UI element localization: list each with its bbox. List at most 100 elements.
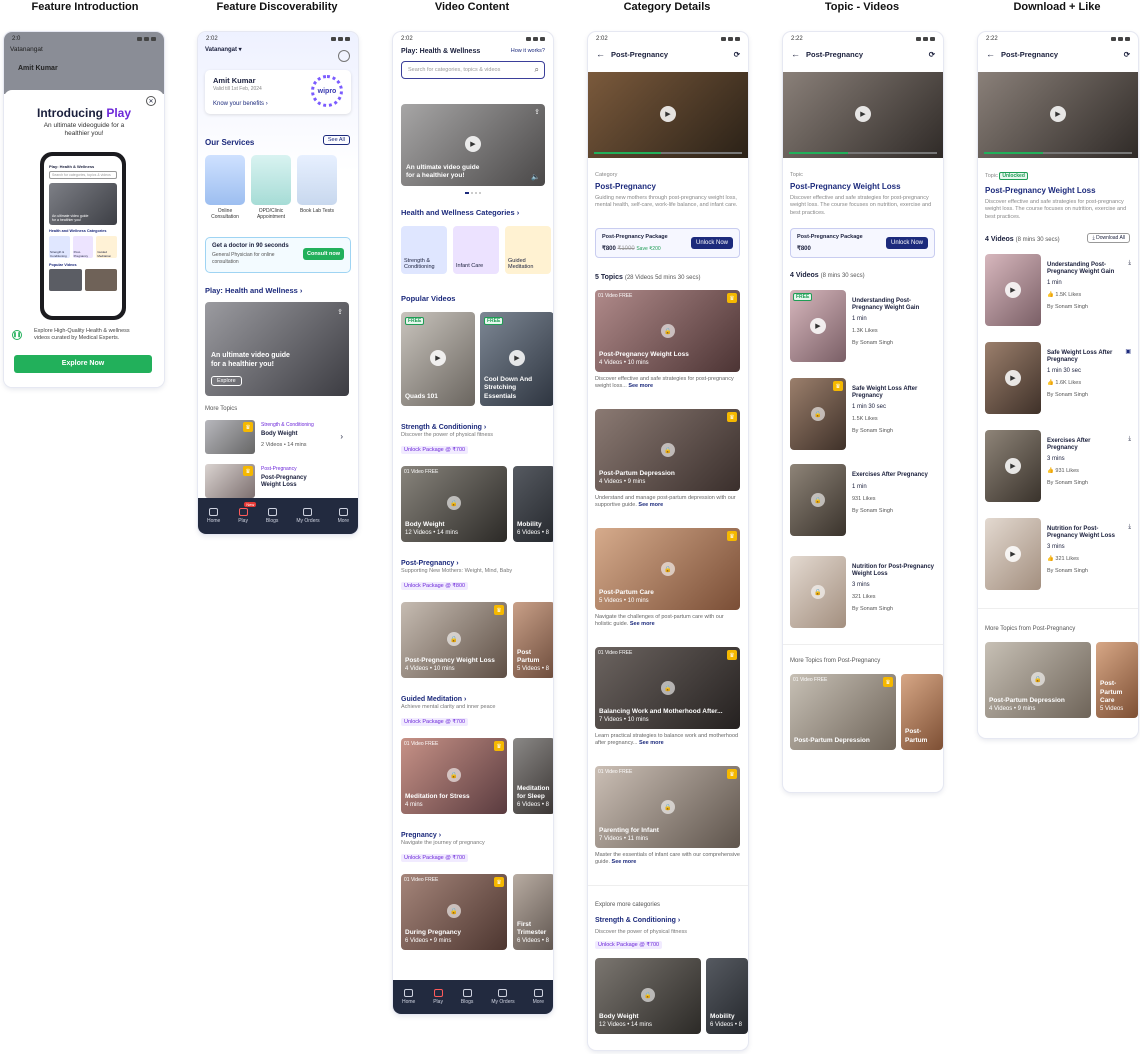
topic-card[interactable]: Post-Partum <box>901 674 943 750</box>
see-more-link[interactable]: See more <box>639 740 664 746</box>
unlock-now-button[interactable]: Unlock Now <box>885 237 928 249</box>
hero-video[interactable]: ▶ ⇪ 🔈 An ultimate video guide for a heal… <box>401 104 545 186</box>
topic-card[interactable]: 🔒 Post-Partum Depression 4 Videos • 9 mins <box>985 642 1091 718</box>
pause-icon[interactable]: ❚❚ <box>12 330 22 340</box>
like-count[interactable]: 👍 1.6K Likes <box>1047 380 1081 386</box>
back-icon[interactable]: ← <box>596 49 605 59</box>
downloaded-icon[interactable]: ▣ <box>1125 348 1131 355</box>
service-lab-tests[interactable]: Book Lab Tests <box>297 155 337 220</box>
how-it-works-link[interactable]: How it works? <box>511 48 545 55</box>
nav-more[interactable]: More <box>533 989 544 1005</box>
topic-video[interactable]: ▶ <box>978 72 1138 158</box>
topic-card[interactable]: Mobility 6 Videos • 8 <box>706 958 748 1034</box>
topic-card[interactable]: Post-Partum Care 5 Videos <box>1096 642 1138 718</box>
service-clinic-appointment[interactable]: OPD/Clinic Appointment <box>251 155 291 220</box>
video-progress[interactable] <box>789 152 849 154</box>
see-more-link[interactable]: See more <box>628 383 653 389</box>
nav-orders[interactable]: My Orders <box>491 989 515 1005</box>
service-online-consultation[interactable]: Online Consultation <box>205 155 245 220</box>
location-label[interactable]: Vatanangat ▾ <box>198 46 358 53</box>
share-icon[interactable]: ⇪ <box>337 308 343 316</box>
see-more-link[interactable]: See more <box>630 621 655 627</box>
play-section-title[interactable]: Play: Health and Wellness › <box>205 286 302 295</box>
download-icon[interactable]: ⤓ <box>1128 524 1131 531</box>
search-input[interactable]: Search for categories, topics & videos ⌕ <box>401 61 545 79</box>
video-row[interactable]: ▶ Understanding Post-Pregnancy Weight Ga… <box>985 254 1131 326</box>
section-title[interactable]: Pregnancy › <box>401 832 553 839</box>
categories-title[interactable]: Health and Wellness Categories › <box>401 208 519 217</box>
section-title[interactable]: Strength & Conditioning › <box>401 424 553 431</box>
profile-icon[interactable] <box>338 50 350 62</box>
download-icon[interactable]: ⤓ <box>1128 260 1131 267</box>
category-card[interactable]: Strength & Conditioning <box>401 226 447 274</box>
see-more-link[interactable]: See more <box>638 502 663 508</box>
like-count[interactable]: 👍 321 Likes <box>1047 556 1079 562</box>
explore-button[interactable]: Explore <box>211 376 242 386</box>
topic-card[interactable]: First Trimester 6 Videos • 8 <box>513 874 553 950</box>
nav-more[interactable]: More <box>338 508 349 524</box>
see-more-link[interactable]: See more <box>612 859 637 865</box>
video-progress[interactable] <box>984 152 1044 154</box>
topic-card[interactable]: 🔒 Body Weight 12 Videos • 14 mins <box>595 958 701 1034</box>
section-title[interactable]: Strength & Conditioning › <box>595 917 680 924</box>
topic-card[interactable]: Mobility 6 Videos • 8 <box>513 466 553 542</box>
play-banner[interactable]: ⇪ An ultimate video guide for a healthie… <box>205 302 349 396</box>
consult-now-button[interactable]: Consult now <box>303 248 344 260</box>
benefits-link[interactable]: Know your benefits › <box>213 101 268 107</box>
share-icon[interactable]: ⟳ <box>1124 50 1130 59</box>
topic-row[interactable]: ♛ Post-Pregnancy Post-Pregnancy Weight L… <box>205 464 351 498</box>
video-row[interactable]: FREE ▶ Understanding Post-Pregnancy Weigh… <box>790 290 936 362</box>
unlock-now-button[interactable]: Unlock Now <box>690 237 733 249</box>
topic-card[interactable]: 01 Video FREE ♛ 🔒 Meditation for Stress 4 mi… <box>401 738 507 814</box>
unlock-pill[interactable]: Unlock Package @ ₹700 <box>401 718 469 726</box>
unlock-pill[interactable]: Unlock Package @ ₹800 <box>401 582 469 590</box>
category-card[interactable]: Guided Meditation <box>505 226 551 274</box>
topic-card[interactable]: ♛ 🔒 Post-Pregnancy Weight Loss 4 Videos • 1… <box>401 602 507 678</box>
explore-now-button[interactable]: Explore Now <box>14 355 152 373</box>
topic-row[interactable]: ♛ Strength & Conditioning Body Weight 2 … <box>205 420 351 454</box>
video-row[interactable]: 🔒 Exercises After Pregnancy 1 min 931 Li… <box>790 464 936 536</box>
nav-blogs[interactable]: Blogs <box>266 508 278 524</box>
nav-home[interactable]: Home <box>207 508 220 524</box>
video-progress[interactable] <box>594 152 661 154</box>
popular-video[interactable]: FREE ▶ Cool Down And Stretching Essential… <box>480 312 553 406</box>
category-card[interactable]: Infant Care <box>453 226 499 274</box>
volume-icon: 🔈 <box>531 174 540 181</box>
nav-play[interactable]: Play New <box>238 502 257 524</box>
nav-blogs[interactable]: Blogs <box>461 989 473 1005</box>
nav-play[interactable]: Play <box>433 989 443 1005</box>
close-icon[interactable]: ✕ <box>146 96 156 106</box>
back-icon[interactable]: ← <box>791 49 800 59</box>
topic-card[interactable]: 01 Video FREE ♛ Post-Partum Depression <box>790 674 896 750</box>
like-count[interactable]: 👍 931 Likes <box>1047 468 1079 474</box>
like-count[interactable]: 👍 1.5K Likes <box>1047 292 1081 298</box>
video-row[interactable]: ♛ 🔒 Safe Weight Loss After Pregnancy 1 mi… <box>790 378 936 450</box>
unlock-pill[interactable]: Unlock Package @ ₹700 <box>595 941 663 949</box>
video-row[interactable]: ▶ Nutrition for Post-Pregnancy Weight Lo… <box>985 518 1131 590</box>
download-all-button[interactable]: ⤓ Download All <box>1087 233 1130 243</box>
topic-card[interactable]: 01 Video FREE 🔒 Body Weight 12 Videos • 14 … <box>401 466 507 542</box>
topic-card[interactable]: 01 Video FREE ♛ 🔒 During Pregnancy 6 Videos … <box>401 874 507 950</box>
share-icon[interactable]: ⟳ <box>929 50 935 59</box>
back-icon[interactable]: ← <box>986 49 995 59</box>
bottom-nav: Home Play New Blogs My Orders More <box>198 498 358 534</box>
topic-card[interactable]: Post Partum 5 Videos • 8 <box>513 602 553 678</box>
see-all-button[interactable]: See All <box>322 135 350 145</box>
unlock-pill[interactable]: Unlock Package @ ₹700 <box>401 854 469 862</box>
membership-card[interactable]: Amit Kumar Valid till 1st Feb, 2024 Know… <box>205 70 351 114</box>
section-title[interactable]: Post-Pregnancy › <box>401 560 553 567</box>
topic-card[interactable]: Meditation for Sleep 6 Videos • 8 <box>513 738 553 814</box>
nav-home[interactable]: Home <box>402 989 415 1005</box>
popular-video[interactable]: FREE ▶ Quads 101 <box>401 312 475 406</box>
nav-orders[interactable]: My Orders <box>296 508 320 524</box>
services-title: Our Services <box>205 138 255 147</box>
section-title[interactable]: Guided Meditation › <box>401 696 553 703</box>
video-row[interactable]: ▶ Safe Weight Loss After Pregnancy 1 min… <box>985 342 1131 414</box>
video-row[interactable]: 🔒 Nutrition for Post-Pregnancy Weight Lo… <box>790 556 936 628</box>
unlock-pill[interactable]: Unlock Package @ ₹700 <box>401 446 469 454</box>
share-icon[interactable]: ⟳ <box>734 50 740 59</box>
category-video[interactable]: ▶ <box>588 72 748 158</box>
topic-video[interactable]: ▶ <box>783 72 943 158</box>
video-row[interactable]: ▶ Exercises After Pregnancy 3 mins 👍 931… <box>985 430 1131 502</box>
download-icon[interactable]: ⤓ <box>1128 436 1131 443</box>
